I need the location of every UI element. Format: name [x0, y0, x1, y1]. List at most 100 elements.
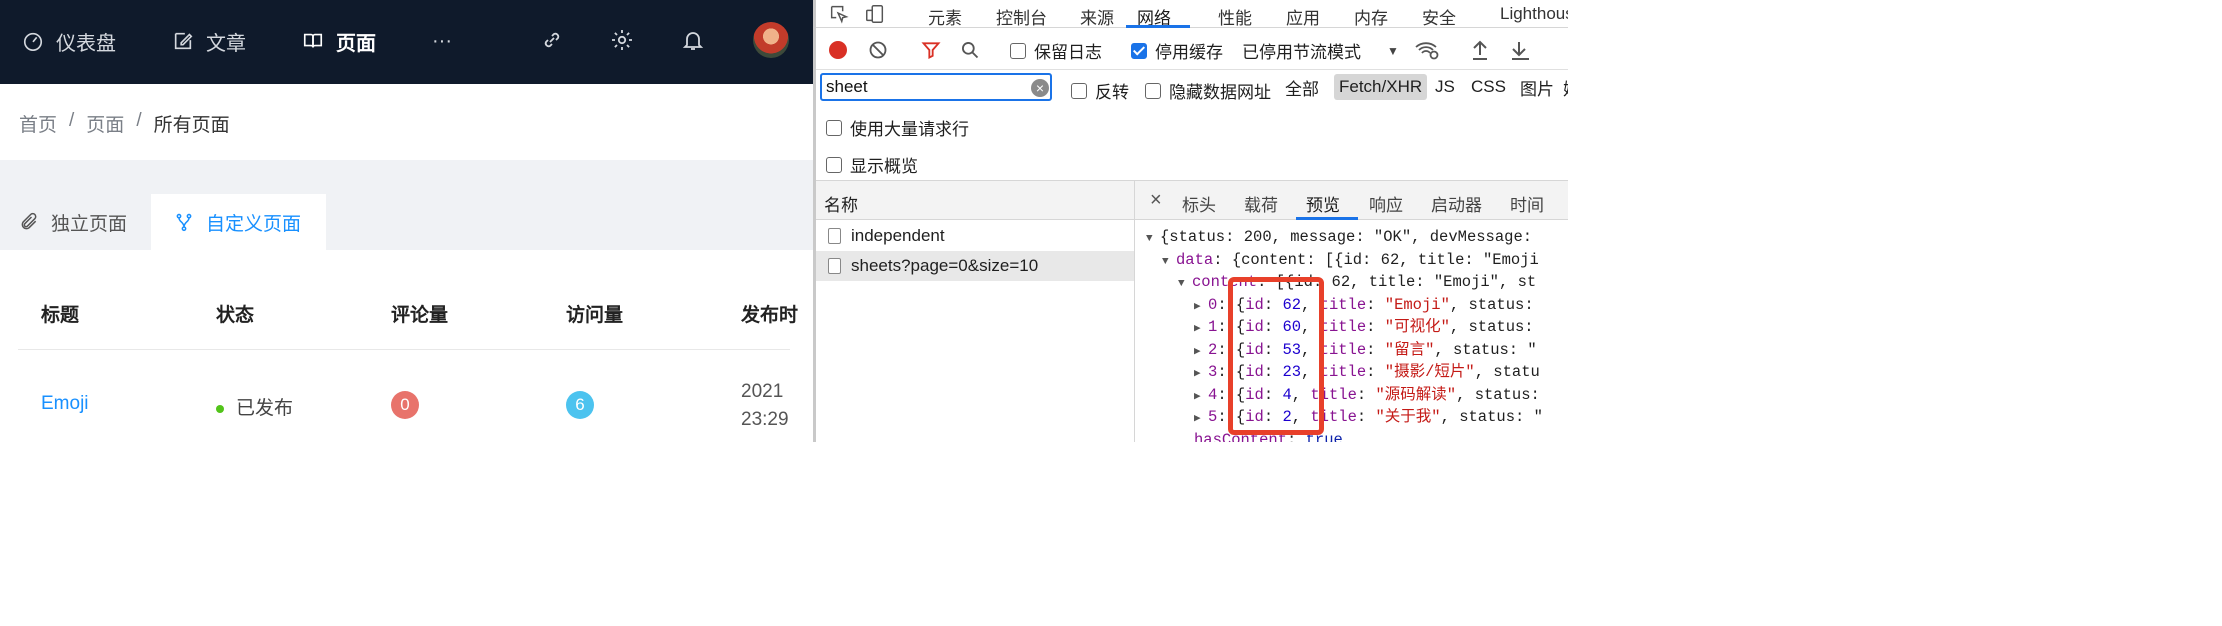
json-title: "源码解读"	[1375, 385, 1457, 404]
publish-date-line2: 23:29	[741, 409, 789, 430]
json-data-line[interactable]: ▼ data: {content: [{id: 62, title: "Emoji	[1162, 249, 1539, 274]
devtools-panel: 元素 控制台 来源 网络 性能 应用 内存 安全 Lighthouse 保留日志…	[813, 0, 1568, 442]
overview-checkbox[interactable]: 显示概览	[826, 152, 918, 177]
col-visits[interactable]: 访问量	[566, 300, 623, 327]
json-title: "可视化"	[1384, 318, 1450, 336]
detail-tab-timing[interactable]: 时间	[1510, 191, 1544, 216]
request-name: independent	[851, 226, 945, 245]
invert-checkbox[interactable]: 反转	[1071, 78, 1129, 103]
col-status[interactable]: 状态	[216, 300, 254, 327]
link-icon[interactable]	[540, 28, 564, 52]
json-root-line[interactable]: ▼ {status: 200, message: "OK", devMessage…	[1146, 226, 1532, 251]
type-filter-fetch-xhr[interactable]: Fetch/XHR	[1334, 74, 1428, 100]
disable-cache-checkbox[interactable]: 停用缓存	[1131, 38, 1223, 63]
detail-tab-response[interactable]: 响应	[1369, 191, 1403, 216]
type-filter-css[interactable]: CSS	[1466, 74, 1511, 100]
invert-label: 反转	[1095, 83, 1129, 102]
content-gap	[0, 160, 813, 194]
hide-data-urls-label: 隐藏数据网址	[1169, 83, 1271, 102]
collapsed-triangle-icon: ▶	[1194, 323, 1201, 335]
json-title: "留言"	[1384, 340, 1435, 359]
devtools-tab-security[interactable]: 安全	[1422, 4, 1456, 29]
type-filter-img[interactable]: 图片	[1515, 74, 1559, 100]
json-title: "摄影/短片"	[1384, 363, 1475, 381]
nav-posts[interactable]: 文章	[172, 26, 246, 56]
detail-tab-initiator[interactable]: 启动器	[1431, 191, 1482, 216]
throttle-select[interactable]: 已停用节流模式 ▼	[1242, 38, 1399, 63]
preserve-log-checkbox[interactable]: 保留日志	[1010, 38, 1102, 63]
devtools-tab-elements[interactable]: 元素	[928, 4, 962, 29]
large-rows-label: 使用大量请求行	[850, 120, 969, 139]
devtools-tab-sources[interactable]: 来源	[1080, 4, 1114, 29]
clear-icon[interactable]	[868, 40, 888, 60]
clear-filter-icon[interactable]: ×	[1031, 79, 1049, 97]
panel-divider[interactable]	[1134, 180, 1135, 442]
dashboard-icon	[23, 32, 43, 51]
nav-more[interactable]: ···	[432, 26, 452, 56]
nav-posts-label: 文章	[206, 32, 246, 55]
tab-custom[interactable]: 自定义页面	[151, 194, 326, 250]
inspect-element-icon[interactable]	[828, 3, 850, 25]
devtools-tab-application[interactable]: 应用	[1286, 4, 1320, 29]
detail-tab-payload[interactable]: 载荷	[1244, 191, 1278, 216]
devtools-tab-console[interactable]: 控制台	[996, 4, 1047, 29]
filter-input[interactable]	[820, 73, 1052, 101]
detail-tab-headers[interactable]: 标头	[1182, 191, 1216, 216]
published-dot	[216, 404, 224, 413]
publish-date-line1: 2021	[741, 381, 784, 402]
avatar[interactable]	[753, 22, 789, 58]
nav-pages-label: 页面	[336, 32, 376, 55]
collapsed-triangle-icon: ▶	[1194, 345, 1201, 358]
record-icon[interactable]	[829, 41, 847, 59]
breadcrumb-home[interactable]: 首页	[19, 110, 57, 137]
export-har-icon[interactable]	[1509, 39, 1529, 61]
tab-independent[interactable]: 独立页面	[0, 194, 150, 250]
json-tail: , statu	[1474, 363, 1540, 381]
hide-data-urls-checkbox[interactable]: 隐藏数据网址	[1145, 78, 1271, 103]
visit-count-badge: 6	[566, 391, 594, 419]
comment-count-badge[interactable]: 0	[391, 391, 419, 419]
row-title-link[interactable]: Emoji	[41, 393, 89, 415]
request-panel-header: 名称 × 标头 载荷 预览 响应 启动器 时间	[816, 180, 1568, 220]
book-icon	[303, 33, 323, 48]
type-filter-all[interactable]: 全部	[1280, 74, 1324, 100]
devtools-tab-memory[interactable]: 内存	[1354, 4, 1388, 29]
nav-pages[interactable]: 页面	[302, 26, 376, 56]
json-tail: , status:	[1449, 318, 1534, 336]
close-icon[interactable]: ×	[1150, 189, 1162, 212]
detail-tab-preview[interactable]: 预览	[1306, 191, 1340, 216]
type-filter-media[interactable]: 媒	[1558, 74, 1568, 100]
json-tail: , status: "	[1434, 340, 1537, 359]
col-title[interactable]: 标题	[41, 300, 79, 327]
breadcrumb: 首页 / 页面 / 所有页面	[19, 110, 230, 137]
col-comments[interactable]: 评论量	[391, 300, 448, 327]
devtools-tab-performance[interactable]: 性能	[1218, 4, 1252, 29]
large-rows-checkbox[interactable]: 使用大量请求行	[826, 115, 969, 140]
expanded-triangle-icon: ▼	[1178, 278, 1185, 290]
status-text: 已发布	[236, 398, 294, 419]
json-tail: , status:	[1456, 385, 1540, 404]
device-toggle-icon[interactable]	[864, 3, 886, 25]
gear-icon[interactable]	[610, 28, 634, 52]
bell-icon[interactable]	[681, 28, 705, 52]
request-row-selected[interactable]: sheets?page=0&size=10	[816, 251, 1134, 281]
breadcrumb-pages[interactable]: 页面	[86, 110, 124, 137]
filter-icon[interactable]	[920, 40, 942, 60]
file-icon	[828, 258, 841, 274]
disable-cache-label: 停用缓存	[1155, 43, 1223, 62]
active-detail-indicator	[1296, 217, 1358, 220]
json-root-text: {status: 200, message: "OK", devMessage:	[1160, 228, 1533, 246]
network-toolbar: 保留日志 停用缓存 已停用节流模式 ▼	[816, 30, 1568, 70]
nav-dashboard[interactable]: 仪表盘	[22, 26, 116, 56]
name-column-header[interactable]: 名称	[824, 191, 858, 216]
import-har-icon[interactable]	[1470, 39, 1490, 61]
col-publish-time[interactable]: 发布时	[741, 300, 798, 327]
network-conditions-icon[interactable]	[1414, 39, 1440, 61]
filter-bar: × 反转 隐藏数据网址 全部 Fetch/XHR JS CSS 图片 媒	[816, 70, 1568, 106]
type-filter-js[interactable]: JS	[1430, 74, 1460, 100]
search-icon[interactable]	[960, 40, 980, 60]
json-index: 4	[1208, 385, 1218, 404]
request-row[interactable]: independent	[816, 221, 1134, 251]
highlight-annotation	[1228, 277, 1324, 435]
devtools-tab-lighthouse[interactable]: Lighthouse	[1500, 4, 1568, 24]
